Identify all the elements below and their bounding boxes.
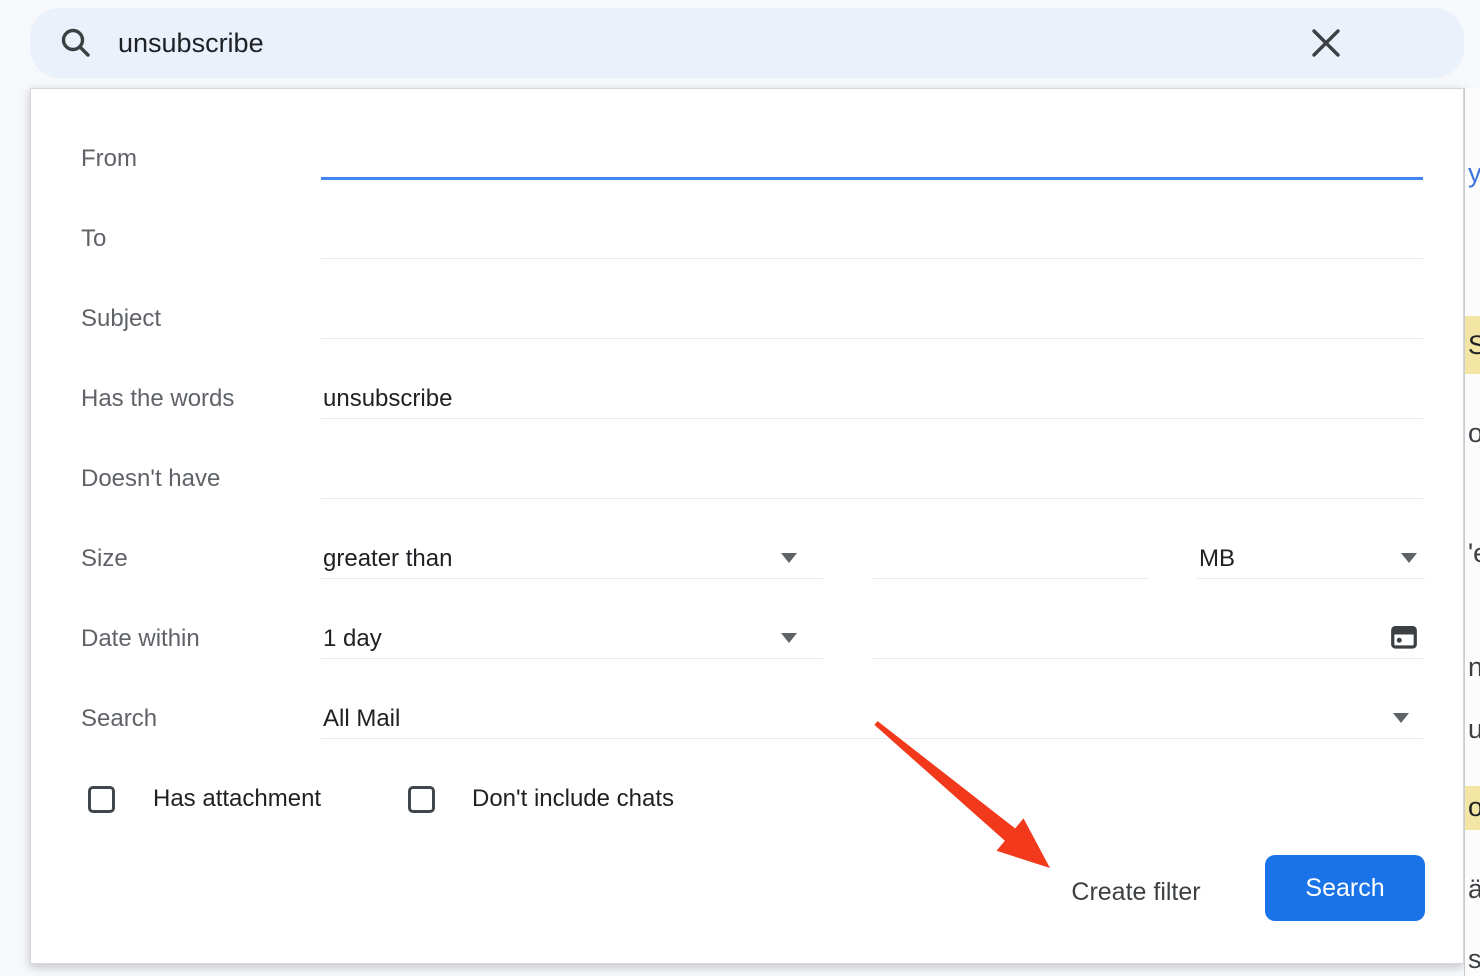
has-attachment-checkbox[interactable]	[88, 786, 115, 813]
bg-fragment: 'e	[1468, 538, 1480, 568]
date-within-label: Date within	[81, 599, 200, 679]
bg-fragment: n	[1468, 652, 1480, 682]
calendar-icon[interactable]	[1389, 622, 1419, 657]
search-in-label: Search	[81, 679, 157, 759]
search-in-row: Search All Mail	[81, 679, 1423, 759]
gmail-search-bar[interactable]: unsubscribe	[30, 8, 1464, 78]
size-label: Size	[81, 519, 128, 599]
bg-fragment: y	[1468, 158, 1480, 188]
bg-fragment: o	[1468, 418, 1480, 448]
chevron-down-icon	[1401, 553, 1417, 563]
from-focus-underline	[321, 177, 1423, 180]
from-label: From	[81, 119, 137, 199]
background-page-sliver: y S o 'e n u o ä s	[1464, 88, 1480, 976]
to-input[interactable]	[321, 199, 1423, 279]
dont-include-chats-label: Don't include chats	[472, 784, 674, 814]
dont-include-chats-checkbox[interactable]	[408, 786, 435, 813]
search-button[interactable]: Search	[1265, 855, 1425, 921]
size-row: Size greater than MB	[81, 519, 1423, 599]
date-within-row: Date within 1 day	[81, 599, 1423, 679]
chevron-down-icon	[781, 633, 797, 643]
size-comparator-dropdown[interactable]: greater than	[321, 519, 823, 599]
to-row: To	[81, 199, 1423, 279]
subject-input[interactable]	[321, 279, 1423, 359]
create-filter-button[interactable]: Create filter	[1046, 873, 1226, 911]
has-words-label: Has the words	[81, 359, 234, 439]
close-icon[interactable]	[1308, 25, 1344, 61]
size-amount-input[interactable]	[873, 519, 1149, 599]
subject-label: Subject	[81, 279, 161, 359]
size-unit-dropdown[interactable]: MB	[1197, 519, 1425, 599]
to-label: To	[81, 199, 106, 279]
date-range-dropdown[interactable]: 1 day	[321, 599, 823, 679]
bg-fragment: u	[1468, 714, 1480, 744]
bg-fragment: ä	[1468, 874, 1480, 904]
from-input[interactable]	[321, 119, 1423, 199]
has-words-input[interactable]: unsubscribe	[321, 359, 1423, 439]
has-attachment-label: Has attachment	[153, 784, 321, 814]
doesnt-have-row: Doesn't have	[81, 439, 1423, 519]
bg-fragment: s	[1468, 944, 1480, 974]
search-query-text[interactable]: unsubscribe	[118, 8, 264, 78]
doesnt-have-label: Doesn't have	[81, 439, 220, 519]
advanced-search-panel: From To Subject Has the words unsubscrib…	[30, 88, 1464, 964]
has-words-row: Has the words unsubscribe	[81, 359, 1423, 439]
chevron-down-icon	[781, 553, 797, 563]
date-input[interactable]	[873, 599, 1423, 679]
chevron-down-icon	[1393, 713, 1409, 723]
search-in-dropdown[interactable]: All Mail	[321, 679, 1423, 759]
bg-fragment: S	[1468, 330, 1480, 360]
bg-fragment: o	[1468, 792, 1480, 822]
search-icon	[58, 25, 94, 61]
from-row: From	[81, 119, 1423, 199]
subject-row: Subject	[81, 279, 1423, 359]
doesnt-have-input[interactable]	[321, 439, 1423, 519]
